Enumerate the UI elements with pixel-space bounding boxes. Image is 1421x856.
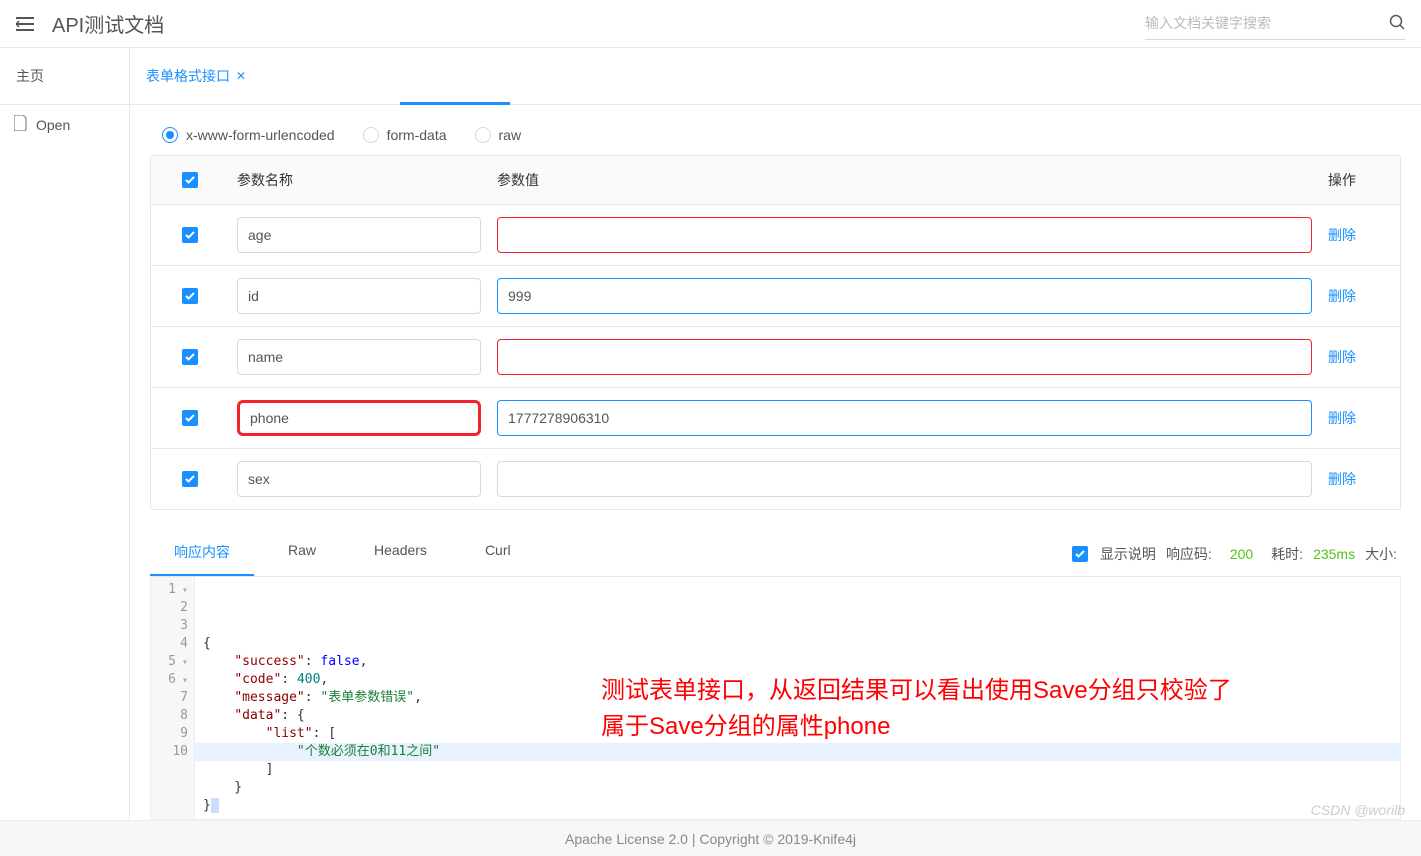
page-title: API测试文档 [52,9,164,38]
tab-form-interface[interactable]: 表单格式接口 ✕ [130,48,262,104]
param-name-input[interactable] [237,278,481,314]
header-param-name: 参数名称 [229,158,489,202]
row-checkbox[interactable] [182,227,198,243]
radio-label: form-data [387,127,447,143]
tab-response-content[interactable]: 响应内容 [150,532,254,576]
resp-code-value: 200 [1222,542,1261,566]
delete-button[interactable]: 删除 [1328,227,1356,243]
table-row: 删除 [151,205,1400,266]
table-row: 删除 [151,327,1400,388]
top-bar: API测试文档 [0,0,1421,48]
header-param-value: 参数值 [489,158,1320,202]
row-checkbox[interactable] [182,349,198,365]
sidebar: 主页 Open [0,48,130,820]
show-desc-label: 显示说明 [1100,544,1156,564]
sidebar-item-open[interactable]: Open [0,105,129,144]
table-row: 删除 [151,388,1400,449]
params-table: 参数名称 参数值 操作 删除删除删除删除删除 [150,155,1401,510]
delete-button[interactable]: 删除 [1328,349,1356,365]
response-editor[interactable]: 12345678910 { "success": false, "code": … [150,577,1401,820]
search-field [1145,8,1405,40]
tab-response-headers[interactable]: Headers [350,532,451,576]
radio-icon [475,127,491,143]
footer-text: Apache License 2.0 | Copyright © 2019-Kn… [565,831,856,847]
table-header: 参数名称 参数值 操作 [151,156,1400,205]
code-area: { "success": false, "code": 400, "messag… [195,577,1400,819]
resp-size-label: 大小: [1365,544,1397,564]
radio-icon [162,127,178,143]
response-tabs: 响应内容 Raw Headers Curl [150,532,535,576]
main-tabs: 表单格式接口 ✕ [130,48,1421,105]
header-action: 操作 [1320,158,1400,202]
radio-formdata[interactable]: form-data [363,127,447,143]
tab-response-curl[interactable]: Curl [461,532,535,576]
row-checkbox[interactable] [182,288,198,304]
response-bar: 响应内容 Raw Headers Curl 显示说明 响应码: 200 耗时: … [150,532,1401,577]
checkbox-all[interactable] [182,172,198,188]
delete-button[interactable]: 删除 [1328,288,1356,304]
body-type-radios: x-www-form-urlencoded form-data raw [150,121,1401,155]
radio-label: raw [499,127,522,143]
param-value-input[interactable] [497,217,1312,253]
param-name-input[interactable] [237,400,481,436]
radio-label: x-www-form-urlencoded [186,127,335,143]
checkbox-show-desc[interactable] [1072,546,1088,562]
param-name-input[interactable] [237,339,481,375]
menu-toggle-icon[interactable] [16,17,36,31]
param-name-input[interactable] [237,461,481,497]
row-checkbox[interactable] [182,410,198,426]
param-value-input[interactable] [497,278,1312,314]
resp-time-value: 235ms [1313,546,1355,562]
search-icon[interactable] [1389,14,1405,33]
resp-code-label: 响应码: [1166,544,1212,564]
resp-time-label: 耗时: [1271,544,1303,564]
row-checkbox[interactable] [182,471,198,487]
param-value-input[interactable] [497,339,1312,375]
param-name-input[interactable] [237,217,481,253]
response-info: 显示说明 响应码: 200 耗时: 235ms 大小: [1072,542,1401,566]
radio-urlencoded[interactable]: x-www-form-urlencoded [162,127,335,143]
table-row: 删除 [151,266,1400,327]
table-row: 删除 [151,449,1400,509]
search-input[interactable] [1145,8,1405,40]
delete-button[interactable]: 删除 [1328,471,1356,487]
document-icon [14,115,28,134]
sidebar-tab-home[interactable]: 主页 [0,48,60,104]
sidebar-item-label: Open [36,117,70,133]
radio-icon [363,127,379,143]
footer: Apache License 2.0 | Copyright © 2019-Kn… [0,820,1421,856]
radio-raw[interactable]: raw [475,127,522,143]
tab-response-raw[interactable]: Raw [264,532,340,576]
param-value-input[interactable] [497,461,1312,497]
tab-label: 表单格式接口 [146,66,230,86]
param-value-input[interactable] [497,400,1312,436]
delete-button[interactable]: 删除 [1328,410,1356,426]
close-icon[interactable]: ✕ [236,69,246,83]
line-gutter: 12345678910 [151,577,195,819]
